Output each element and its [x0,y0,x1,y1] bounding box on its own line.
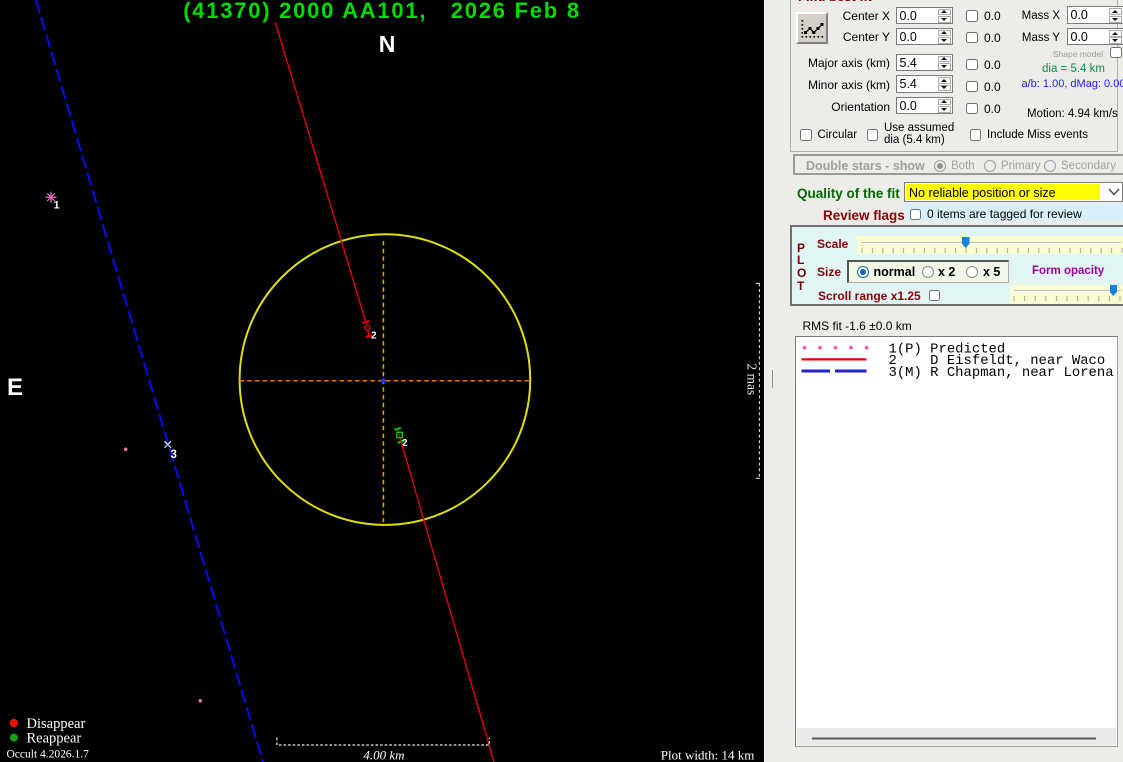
svg-text:Disappear: Disappear [27,716,86,732]
svg-text:3(M) R Chapman, near Lorena: 3(M) R Chapman, near Lorena [889,365,1114,381]
svg-text:2 mas: 2 mas [745,363,760,395]
svg-text:Plot width: 14 km: Plot width: 14 km [661,748,755,762]
svg-text:(41370) 2000 AA101, 2026 Feb: (41370) 2000 AA101, 2026 Feb 8 [183,0,581,23]
svg-text:3: 3 [171,449,177,461]
svg-text:Reappear: Reappear [27,731,82,747]
svg-text:4.00 km: 4.00 km [363,748,404,762]
svg-text:2: 2 [371,331,377,342]
svg-text:1: 1 [54,200,60,212]
svg-text:Occult 4.2026.1.7: Occult 4.2026.1.7 [7,749,90,761]
svg-text:N: N [379,31,396,57]
svg-text:E: E [7,374,23,401]
